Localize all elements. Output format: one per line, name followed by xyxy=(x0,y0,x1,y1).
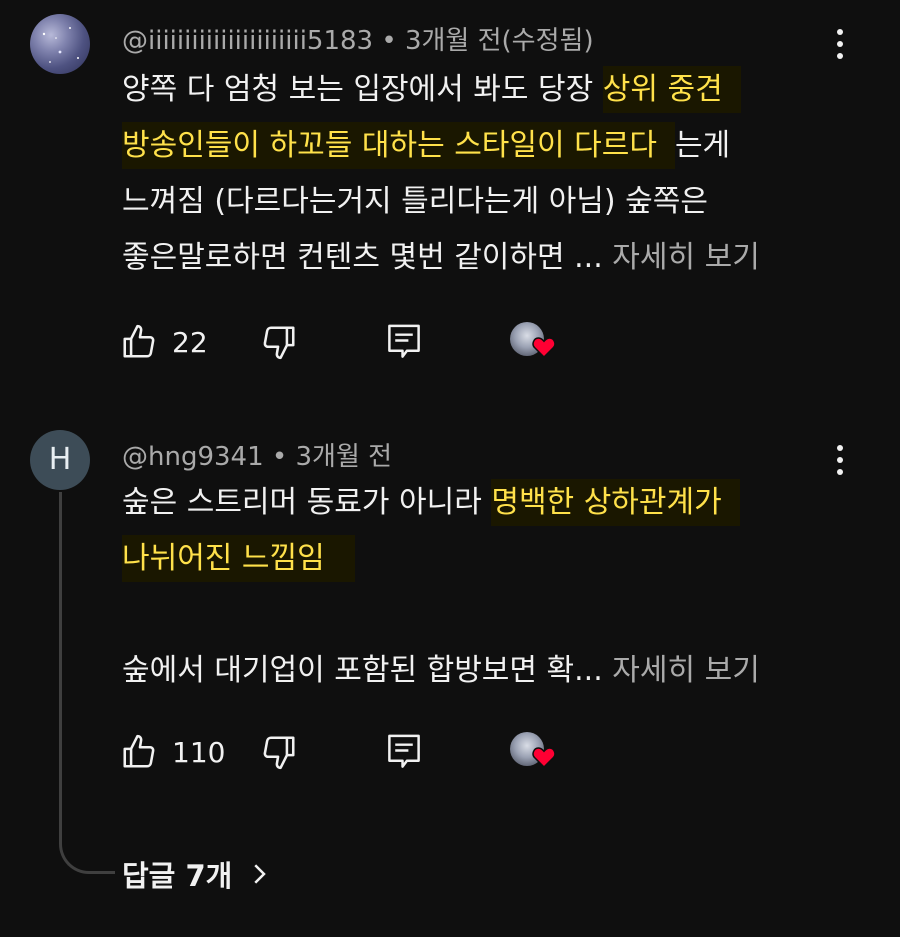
creator-heart xyxy=(510,320,560,364)
comment-line: 숲에서 대기업이 포함된 합방보면 확... 자세히 보기 xyxy=(122,643,822,699)
highlighted-text: 방송인들이 하꼬들 대하는 스타일이 다르다 xyxy=(122,122,675,169)
comment-time: 3개월 전(수정됨) xyxy=(404,26,594,56)
dislike-button[interactable] xyxy=(260,320,298,364)
reply-icon xyxy=(388,324,420,358)
highlighted-text: 명백한 상하관계가 xyxy=(491,479,740,526)
comment-body: 양쪽 다 엄청 보는 입장에서 봐도 당장 상위 중견 방송인들이 하꼬들 대하… xyxy=(122,62,822,286)
commenter-avatar[interactable]: H xyxy=(30,430,90,490)
like-button[interactable]: 22 xyxy=(120,320,208,364)
chevron-right-icon xyxy=(254,864,267,884)
read-more-link[interactable]: 자세히 보기 xyxy=(612,240,760,275)
comment-time: 3개월 전 xyxy=(295,442,393,472)
comment-line: 양쪽 다 엄청 보는 입장에서 봐도 당장 상위 중견 xyxy=(122,62,822,118)
comment-line: 방송인들이 하꼬들 대하는 스타일이 다르다 는게 xyxy=(122,118,822,174)
comment-line: 좋은말로하면 컨텐츠 몇번 같이하면 ... 자세히 보기 xyxy=(122,230,822,286)
comment-blank-line xyxy=(122,587,822,643)
heart-icon xyxy=(532,747,556,768)
comment-text: 숲에서 대기업이 포함된 합방보면 확... xyxy=(122,653,613,688)
comment-line: 느껴짐 (다르다는거지 틀리다는게 아님) 숲쪽은 xyxy=(122,184,708,219)
dislike-button[interactable] xyxy=(260,730,298,774)
heart-icon xyxy=(532,337,556,358)
commenter-avatar[interactable] xyxy=(30,14,90,74)
comment-text: 양쪽 다 엄청 보는 입장에서 봐도 당장 xyxy=(122,72,603,107)
highlighted-text: 상위 중견 xyxy=(602,66,741,113)
creator-heart xyxy=(510,730,560,774)
view-replies-button[interactable]: 답글 7개 xyxy=(122,852,274,896)
thumbs-up-icon xyxy=(123,734,155,768)
highlighted-text: 나뉘어진 느낌임 xyxy=(122,535,355,582)
space-avatar-icon xyxy=(42,27,79,63)
more-options-icon[interactable] xyxy=(826,440,854,480)
thumbs-down-icon xyxy=(263,326,295,360)
comment-meta: @hng9341 • 3개월 전 xyxy=(122,436,392,473)
read-more-link[interactable]: 자세히 보기 xyxy=(612,653,760,688)
comment-body: 숲은 스트리머 동료가 아니라 명백한 상하관계가 나뉘어진 느낌임 숲에서 대… xyxy=(122,475,822,699)
comment-meta: @iiiiiiiiiiiiiiiiiiiiii5183 • 3개월 전(수정됨) xyxy=(122,20,594,57)
reply-button[interactable] xyxy=(386,320,422,364)
like-count: 110 xyxy=(172,735,226,769)
comment-text: 는게 xyxy=(674,128,731,163)
thumbs-up-icon xyxy=(123,324,155,358)
comment-text: 좋은말로하면 컨텐츠 몇번 같이하면 ... xyxy=(122,240,613,275)
more-options-icon[interactable] xyxy=(826,24,854,64)
comment-handle[interactable]: @hng9341 xyxy=(122,442,264,472)
comment-line: 나뉘어진 느낌임 xyxy=(122,531,822,587)
replies-label: 답글 7개 xyxy=(122,859,233,893)
comment-handle[interactable]: @iiiiiiiiiiiiiiiiiiiiii5183 xyxy=(122,26,373,56)
reply-icon xyxy=(388,734,420,768)
reply-button[interactable] xyxy=(386,730,422,774)
like-count: 22 xyxy=(172,325,208,359)
like-button[interactable]: 110 xyxy=(120,730,225,774)
avatar-letter: H xyxy=(48,442,72,477)
meta-separator: • xyxy=(271,442,296,472)
meta-separator: • xyxy=(381,26,405,56)
comment-line: 숲은 스트리머 동료가 아니라 명백한 상하관계가 xyxy=(122,475,822,531)
thread-line xyxy=(59,492,115,874)
comment-text: 숲은 스트리머 동료가 아니라 xyxy=(122,485,492,520)
thumbs-down-icon xyxy=(263,736,295,770)
